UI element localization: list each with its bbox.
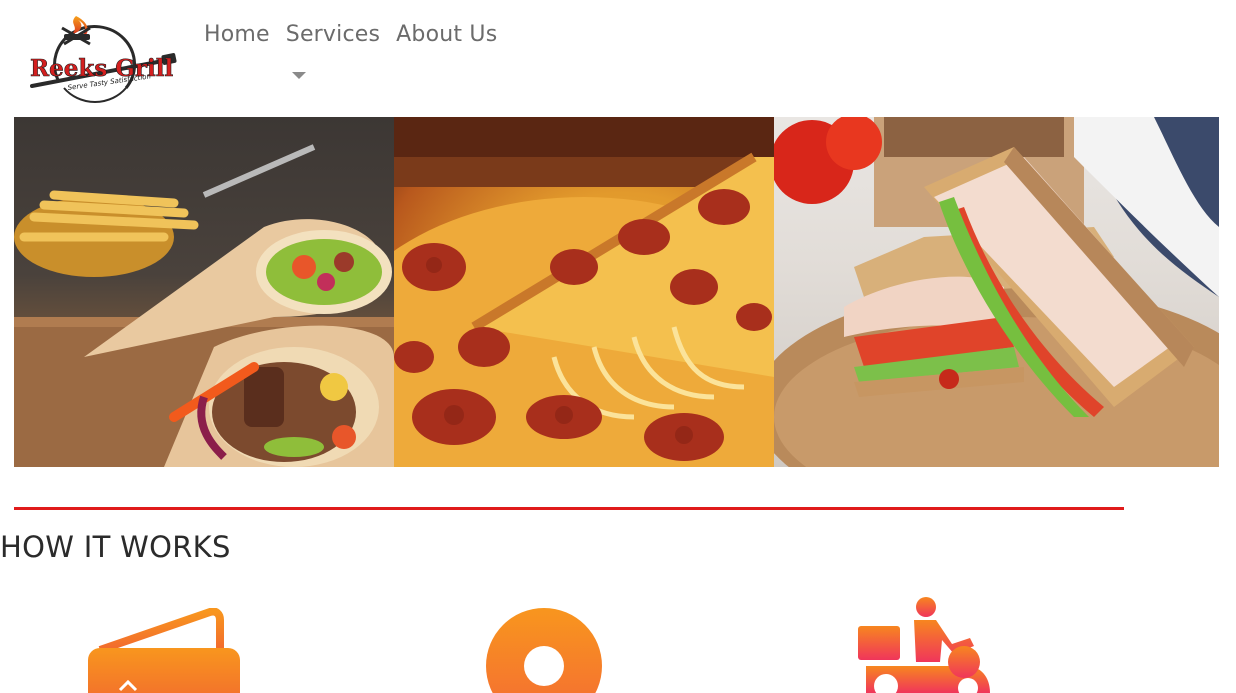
sandwich-photo	[774, 117, 1219, 467]
delivery-scooter-icon	[856, 596, 996, 693]
how-it-works-title: HOW IT WORKS	[0, 530, 231, 564]
chevron-down-icon[interactable]	[291, 72, 306, 79]
brand-logo[interactable]: Reeks Grill Serve Tasty Satisfaction	[28, 10, 184, 106]
location-pin-icon	[486, 608, 602, 693]
brand-name: Reeks Grill	[30, 55, 174, 82]
nav-services-label: Services	[285, 22, 381, 47]
main-nav: Home Services About Us	[204, 22, 497, 79]
pizza-photo	[394, 117, 774, 467]
nav-about-us[interactable]: About Us	[396, 22, 497, 47]
nav-services[interactable]: Services	[285, 22, 381, 79]
nav-home[interactable]: Home	[204, 22, 270, 47]
hero-banner	[14, 117, 1219, 467]
section-divider	[14, 507, 1124, 510]
wallet-icon	[88, 607, 240, 693]
wrap-photo	[14, 117, 394, 467]
